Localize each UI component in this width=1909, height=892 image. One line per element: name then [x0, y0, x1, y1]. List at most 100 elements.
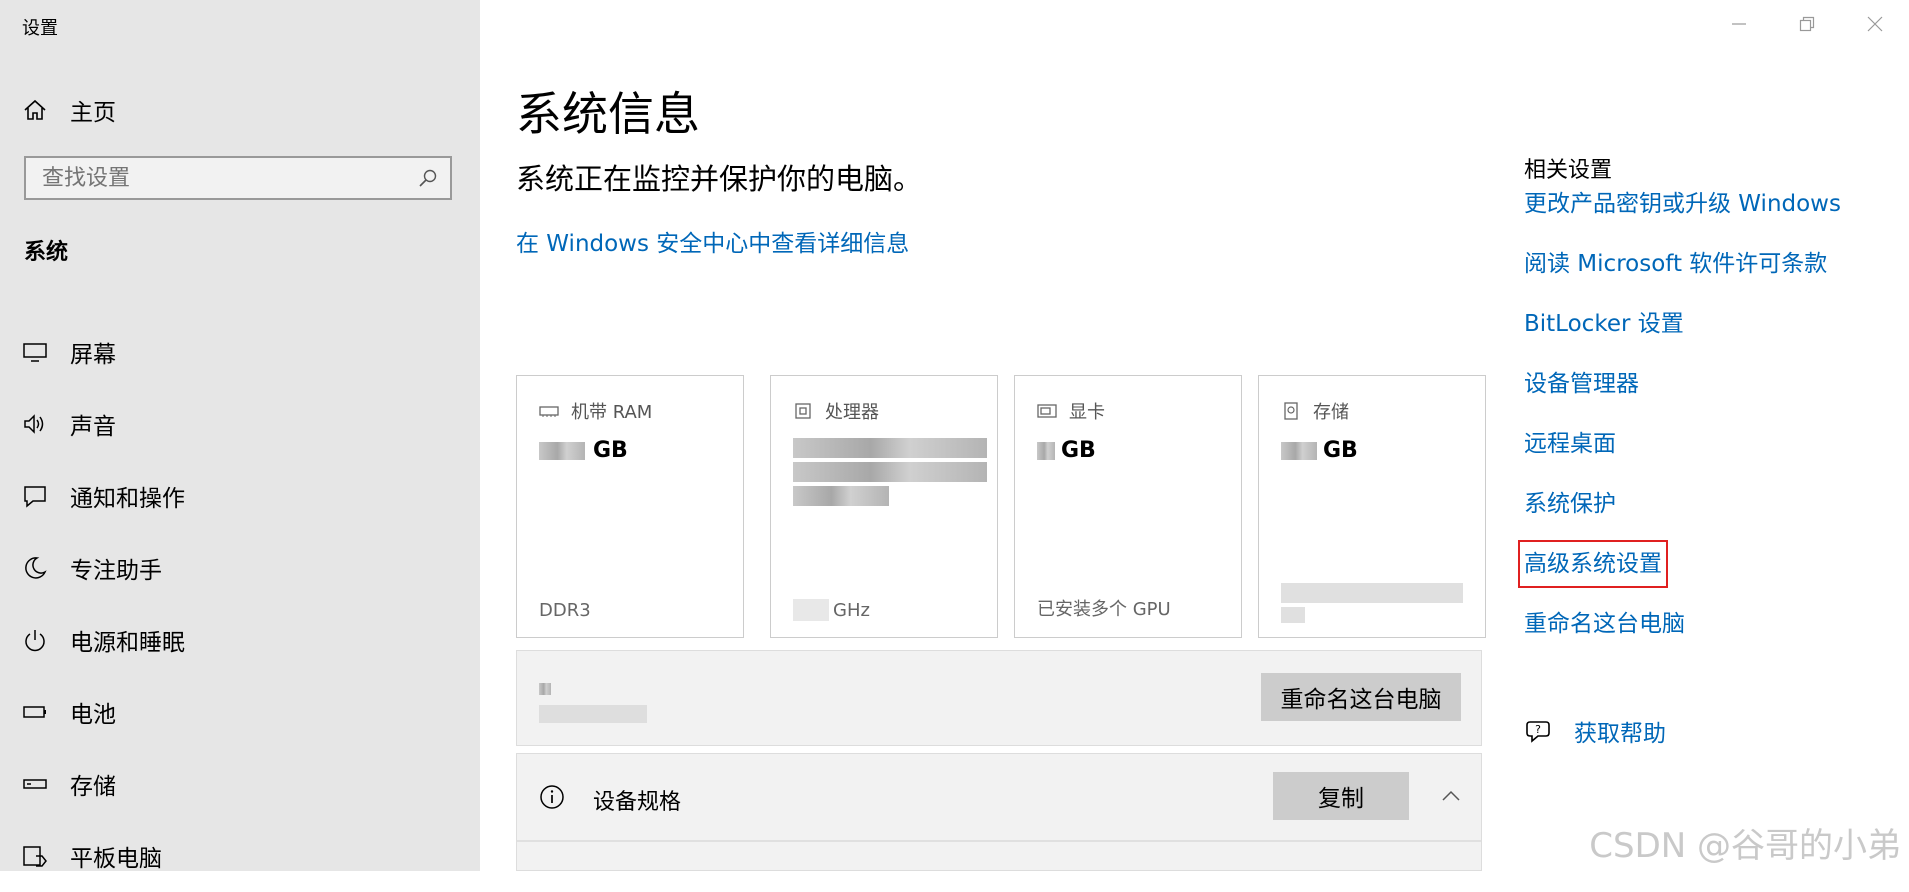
redacted-value	[539, 683, 551, 695]
card-header: 显卡	[1037, 398, 1105, 424]
close-button[interactable]	[1841, 0, 1909, 48]
search-icon[interactable]	[418, 168, 438, 188]
redacted-value	[793, 599, 829, 621]
nav-item-label: 电源和睡眠	[70, 630, 185, 656]
home-icon	[24, 99, 46, 120]
window-title: 设置	[22, 18, 58, 39]
redacted-value	[539, 441, 585, 460]
help-chat-icon: ?	[1526, 721, 1550, 743]
nav-item-label: 屏幕	[70, 342, 116, 368]
device-specs-header[interactable]: 设备规格 复制	[517, 754, 1481, 842]
nav-item-label: 电池	[70, 702, 116, 728]
card-ram: 机带 RAM GB DDR3	[516, 375, 744, 638]
card-value: GB	[1281, 438, 1358, 463]
minimize-button[interactable]	[1705, 0, 1773, 48]
battery-icon	[23, 706, 46, 718]
chevron-up-icon[interactable]	[1441, 790, 1461, 802]
nav-item-power[interactable]: 电源和睡眠	[22, 604, 185, 676]
card-value	[793, 438, 987, 506]
nav-item-label: 专注助手	[70, 558, 162, 584]
nav-item-label: 声音	[70, 414, 116, 440]
redacted-value	[1281, 441, 1317, 460]
redacted-value	[1037, 441, 1055, 460]
nav-item-notifications[interactable]: 通知和操作	[22, 460, 185, 532]
security-center-link[interactable]: 在 Windows 安全中心中查看详细信息	[516, 224, 909, 258]
link-change-product-key[interactable]: 更改产品密钥或升级 Windows	[1524, 174, 1841, 234]
ram-icon	[539, 406, 559, 417]
section-title: 系统	[24, 240, 69, 265]
copy-button[interactable]: 复制	[1273, 772, 1409, 820]
restore-icon	[1799, 16, 1815, 32]
card-header: 存储	[1281, 398, 1349, 424]
tablet-icon	[23, 846, 47, 867]
window-controls	[1705, 0, 1909, 48]
main-content: 系统信息 系统正在监控并保护你的电脑。 在 Windows 安全中心中查看详细信…	[480, 0, 1909, 871]
nav-item-tablet[interactable]: 平板电脑	[22, 820, 185, 892]
gpu-icon	[1037, 404, 1057, 418]
storage-icon	[23, 779, 47, 789]
link-rename-pc[interactable]: 重命名这台电脑	[1524, 594, 1841, 654]
speaker-icon	[24, 414, 44, 434]
close-icon	[1867, 16, 1883, 32]
card-value: GB	[539, 438, 628, 463]
redacted-value	[1281, 607, 1305, 623]
card-footer-unit: GHz	[833, 599, 870, 621]
nav-item-label: 通知和操作	[70, 486, 185, 512]
card-label: 机带 RAM	[571, 402, 653, 423]
nav-item-storage[interactable]: 存储	[22, 748, 185, 820]
card-footer: DDR3	[539, 600, 591, 621]
nav-item-label: 平板电脑	[70, 846, 162, 872]
rename-pc-button[interactable]: 重命名这台电脑	[1261, 673, 1461, 721]
redacted-value	[793, 486, 889, 506]
nav-list: 屏幕 声音 通知和操作 专注助手 电源和睡眠 电池 存储 平板电脑	[22, 316, 185, 892]
card-value-unit: GB	[1061, 438, 1096, 463]
advanced-link-wrapper: 高级系统设置	[1518, 534, 1841, 594]
link-remote-desktop[interactable]: 远程桌面	[1524, 414, 1841, 474]
card-value-unit: GB	[1323, 438, 1358, 463]
nav-home-label: 主页	[70, 100, 116, 126]
card-footer	[1281, 583, 1463, 623]
cpu-icon	[795, 403, 811, 419]
nav-item-battery[interactable]: 电池	[22, 676, 185, 748]
info-icon	[540, 785, 564, 809]
related-settings: 相关设置 更改产品密钥或升级 Windows 阅读 Microsoft 软件许可…	[1518, 152, 1841, 654]
nav-home[interactable]: 主页	[22, 90, 116, 130]
card-header: 机带 RAM	[539, 398, 652, 424]
card-label: 处理器	[825, 402, 879, 423]
card-value-unit: GB	[593, 438, 628, 463]
card-label: 存储	[1313, 402, 1349, 423]
redacted-value	[793, 438, 987, 458]
nav-item-focus-assist[interactable]: 专注助手	[22, 532, 185, 604]
nav-item-label: 存储	[70, 774, 116, 800]
card-footer: 已安装多个 GPU	[1037, 599, 1171, 620]
card-graphics: 显卡 GB 已安装多个 GPU	[1014, 375, 1242, 638]
page-title: 系统信息	[516, 87, 700, 141]
device-specs-title: 设备规格	[593, 790, 682, 815]
nav-item-display[interactable]: 屏幕	[22, 316, 185, 388]
get-help-link[interactable]: ? 获取帮助	[1524, 714, 1666, 748]
power-icon	[25, 630, 45, 652]
link-device-manager[interactable]: 设备管理器	[1524, 354, 1841, 414]
card-header: 处理器	[793, 398, 879, 424]
protection-status: 系统正在监控并保护你的电脑。	[516, 162, 923, 196]
disk-icon	[1284, 402, 1298, 420]
sidebar: 设置 主页 系统 屏幕 声音 通知和操作 专注助手 电源和睡眠	[0, 0, 480, 872]
link-system-protection[interactable]: 系统保护	[1524, 474, 1841, 534]
search-input[interactable]	[42, 166, 402, 191]
link-bitlocker[interactable]: BitLocker 设置	[1524, 294, 1841, 354]
svg-text:?: ?	[1535, 723, 1541, 736]
redacted-value	[539, 705, 647, 723]
card-value: GB	[1037, 438, 1096, 463]
restore-button[interactable]	[1773, 0, 1841, 48]
nav-item-sound[interactable]: 声音	[22, 388, 185, 460]
card-storage: 存储 GB	[1258, 375, 1486, 638]
card-footer: GHz	[793, 599, 870, 621]
device-specs-panel: 设备规格 复制	[516, 753, 1482, 871]
moon-icon	[25, 557, 47, 579]
search-box[interactable]	[24, 156, 452, 200]
link-license-terms[interactable]: 阅读 Microsoft 软件许可条款	[1524, 234, 1841, 294]
redacted-value	[793, 462, 987, 482]
link-advanced-system-settings[interactable]: 高级系统设置	[1518, 540, 1668, 588]
get-help-label: 获取帮助	[1574, 721, 1666, 747]
card-label: 显卡	[1069, 402, 1105, 423]
